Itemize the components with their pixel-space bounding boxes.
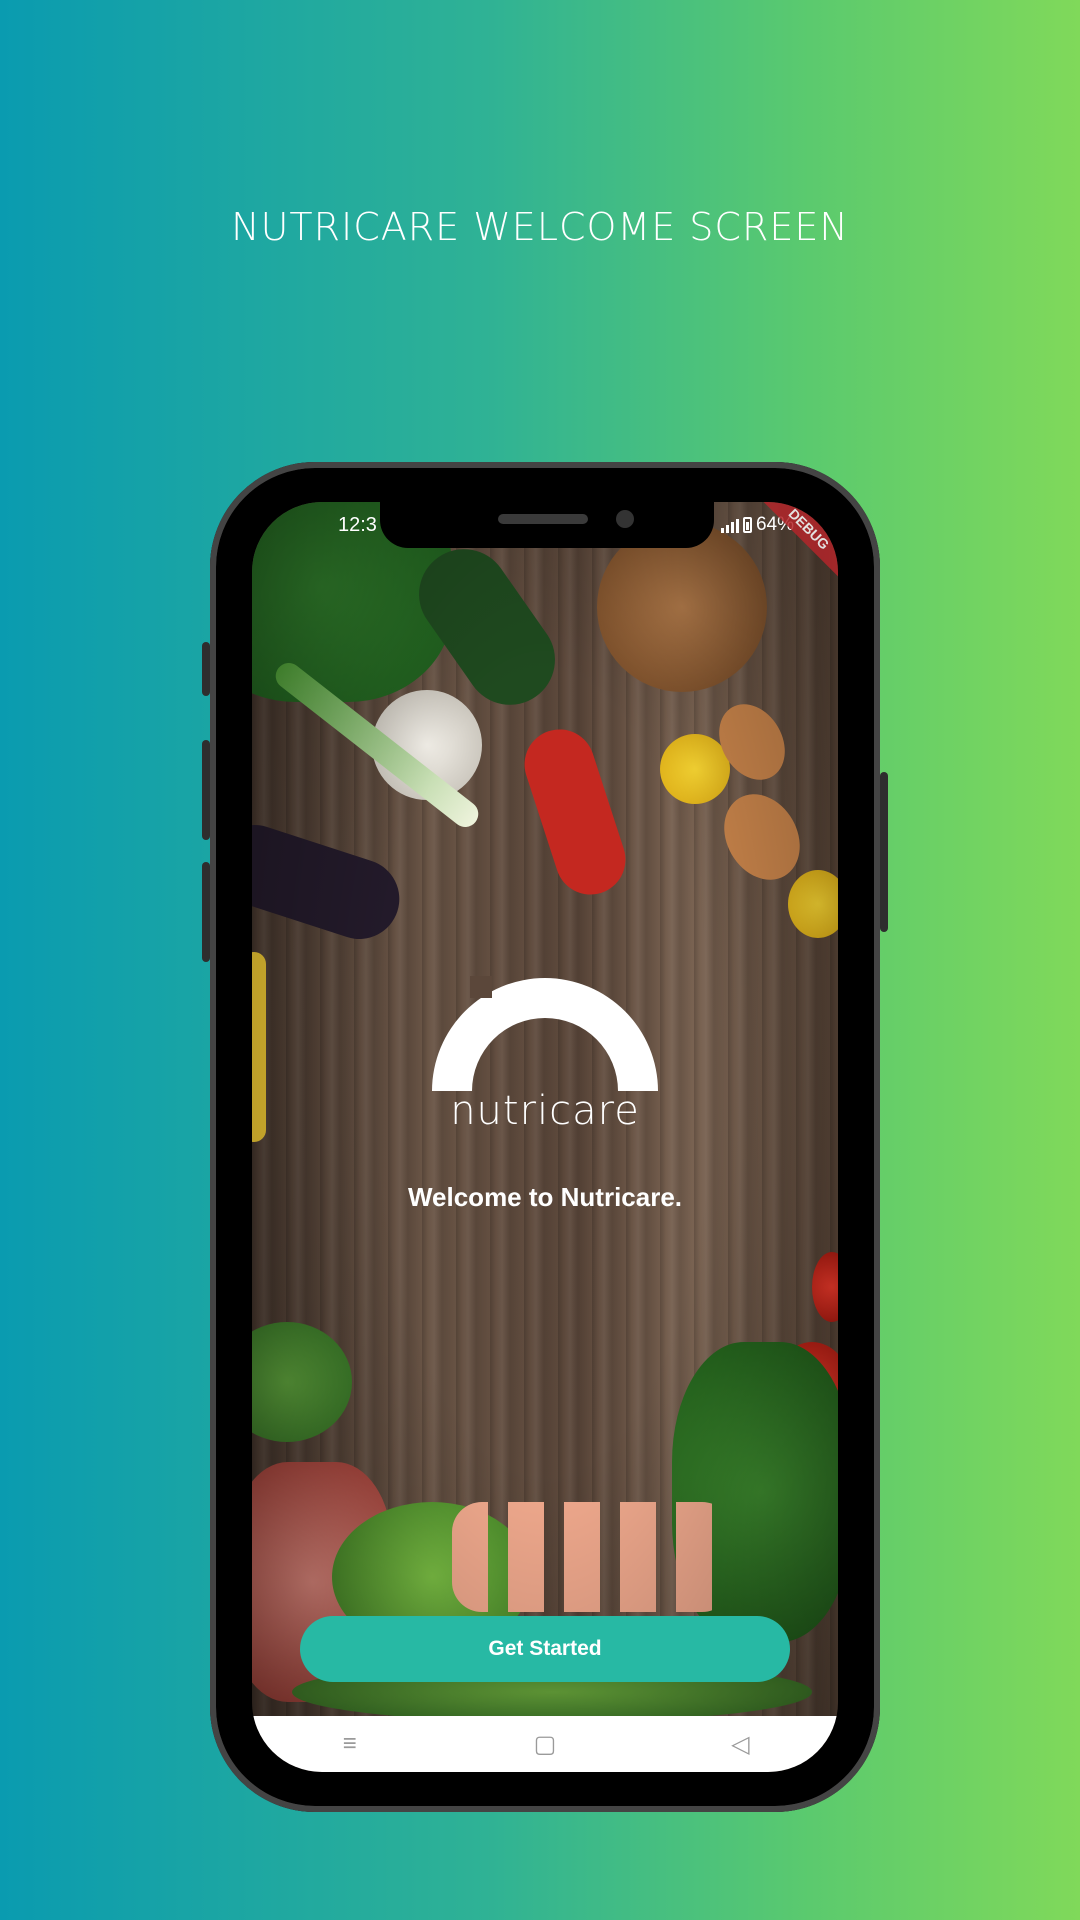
eggplant-decoration — [252, 814, 410, 950]
battery-icon — [742, 517, 752, 533]
front-camera — [616, 510, 634, 528]
home-icon[interactable]: ▢ — [515, 1730, 575, 1759]
phone-side-button — [202, 642, 210, 696]
page-headline: NUTRICARE WELCOME SCREEN — [231, 205, 849, 249]
phone-mockup: 12:3 64% DEBUG nutricare Welcome to Nutr… — [202, 462, 888, 1812]
phone-volume-up-button — [202, 740, 210, 840]
lettuce-decoration — [252, 1322, 352, 1442]
system-nav-bar: ≡ ▢ ◁ — [252, 1716, 838, 1772]
corn-decoration — [252, 952, 266, 1142]
welcome-message: Welcome to Nutricare. — [407, 1182, 683, 1212]
crayfish-decoration — [515, 720, 635, 904]
speaker-grille — [498, 514, 588, 524]
get-started-button[interactable]: Get Started — [300, 1616, 790, 1682]
phone-notch — [380, 502, 714, 548]
logo-arch-icon — [432, 976, 658, 1091]
status-time: 12:3 — [338, 514, 377, 536]
phone-volume-down-button — [202, 862, 210, 962]
phone-power-button — [880, 772, 888, 932]
menu-icon[interactable]: ≡ — [320, 1730, 380, 1758]
back-icon[interactable]: ◁ — [710, 1730, 770, 1759]
shrimp-decoration — [452, 1502, 732, 1612]
logo-wordmark: nutricare — [450, 1088, 640, 1134]
app-screen: 12:3 64% DEBUG nutricare Welcome to Nutr… — [252, 502, 838, 1772]
tomato-decoration — [812, 1252, 838, 1322]
lemon-decoration — [788, 870, 838, 938]
signal-icon — [720, 517, 739, 533]
lemon-decoration — [660, 734, 730, 804]
nutricare-logo: nutricare — [430, 976, 660, 1146]
